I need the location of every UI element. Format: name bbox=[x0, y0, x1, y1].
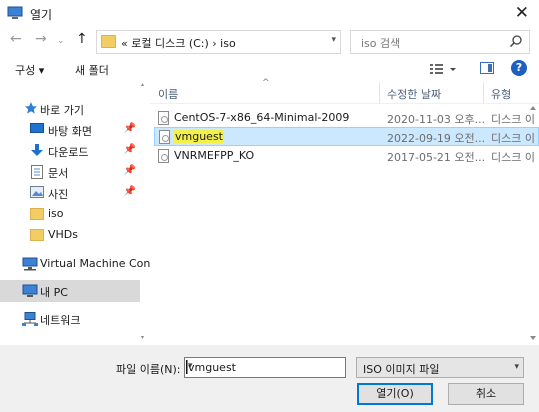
window-title: 열기 bbox=[30, 8, 53, 22]
folder-icon bbox=[30, 208, 44, 220]
sidebar-item-documents[interactable]: 문서 📌 bbox=[0, 161, 140, 183]
file-name[interactable]: VNRMEFPP_KO bbox=[174, 149, 254, 162]
sidebar-item-this-pc[interactable]: 내 PC bbox=[0, 280, 140, 302]
sidebar-item-virtual-machine[interactable]: Virtual Machine Con bbox=[0, 253, 150, 275]
chevron-down-icon[interactable]: ▾ bbox=[331, 35, 336, 45]
sidebar-item-pictures[interactable]: 사진 📌 bbox=[0, 182, 140, 204]
desktop-icon bbox=[30, 123, 44, 133]
sidebar-item-label: 사진 bbox=[48, 188, 69, 201]
pin-icon[interactable]: 📌 bbox=[124, 144, 136, 155]
folder-icon bbox=[101, 35, 116, 48]
dialog-footer: 파일 이름(N): vmguest ▾ ISO 이미지 파일 ▾ 열기(O) 취… bbox=[0, 345, 539, 412]
file-row[interactable]: VNRMEFPP_KO 2017-05-21 오전... 디스크 이 bbox=[154, 147, 539, 166]
sidebar-item-label: 바로 가기 bbox=[40, 104, 84, 117]
column-divider[interactable] bbox=[483, 82, 484, 104]
up-arrow-icon[interactable]: ↑ bbox=[76, 31, 88, 47]
sidebar-item-desktop[interactable]: 바탕 화면 📌 bbox=[0, 119, 140, 141]
network-icon bbox=[22, 312, 38, 326]
column-date-modified[interactable]: 수정한 날짜 bbox=[387, 86, 441, 102]
cancel-button[interactable]: 취소 bbox=[448, 383, 524, 405]
sidebar-scrollbar[interactable] bbox=[140, 82, 145, 342]
column-divider[interactable] bbox=[379, 82, 380, 104]
file-list-scrollbar[interactable] bbox=[527, 104, 539, 342]
back-arrow-icon[interactable]: ← bbox=[10, 31, 22, 47]
column-header-row: ^ 이름 수정한 날짜 유형 bbox=[150, 78, 539, 104]
sidebar-item-label: VHDs bbox=[48, 228, 78, 241]
pin-icon[interactable]: 📌 bbox=[124, 123, 136, 134]
file-row[interactable]: CentOS-7-x86_64-Minimal-2009 2020-11-03 … bbox=[154, 109, 539, 128]
file-name[interactable]: vmguest bbox=[174, 130, 224, 143]
file-date: 2022-09-19 오전... bbox=[387, 132, 486, 145]
sort-ascending-icon: ^ bbox=[262, 78, 270, 88]
organize-button[interactable]: 구성 ▾ bbox=[15, 62, 44, 78]
disc-image-file-icon bbox=[159, 130, 170, 144]
chevron-down-icon[interactable]: ▾ bbox=[514, 362, 519, 372]
sidebar-item-network[interactable]: 네트워크 bbox=[0, 308, 140, 330]
disc-image-file-icon bbox=[158, 149, 169, 163]
search-placeholder: iso 검색 bbox=[361, 37, 401, 50]
network-computer-icon bbox=[22, 257, 38, 271]
preview-pane-icon[interactable] bbox=[480, 62, 494, 74]
help-icon[interactable]: ? bbox=[511, 60, 527, 76]
sidebar-item-label: iso bbox=[48, 207, 64, 220]
document-icon bbox=[31, 165, 43, 179]
sidebar-item-label: Virtual Machine Con bbox=[40, 257, 151, 270]
address-path[interactable]: « 로컬 디스크 (C:) › iso bbox=[121, 35, 236, 51]
address-bar[interactable]: « 로컬 디스크 (C:) › iso ▾ bbox=[96, 30, 341, 54]
text-cursor-icon bbox=[186, 360, 188, 374]
folder-icon bbox=[30, 229, 44, 241]
navigation-bar: ← → ⌄ ↑ « 로컬 디스크 (C:) › iso ▾ iso 검색 bbox=[0, 28, 539, 56]
chevron-down-icon[interactable]: ▾ bbox=[188, 361, 341, 371]
star-icon bbox=[25, 102, 37, 114]
column-name[interactable]: 이름 bbox=[158, 86, 178, 102]
sidebar-item-iso[interactable]: iso bbox=[0, 203, 140, 225]
sidebar-item-vhds[interactable]: VHDs bbox=[0, 224, 140, 246]
view-options-icon[interactable] bbox=[428, 61, 458, 77]
navigation-pane: 바로 가기 바탕 화면 📌 다운로드 📌 문서 📌 사진 📌 iso VHDs … bbox=[0, 90, 150, 345]
close-icon[interactable]: ✕ bbox=[515, 3, 529, 23]
sidebar-item-quick-access[interactable]: 바로 가기 bbox=[0, 98, 140, 120]
pin-icon[interactable]: 📌 bbox=[124, 165, 136, 176]
pictures-icon bbox=[30, 186, 44, 198]
filename-label: 파일 이름(N): bbox=[116, 363, 181, 376]
pin-icon[interactable]: 📌 bbox=[124, 186, 136, 197]
pc-icon bbox=[22, 284, 38, 297]
sidebar-item-label: 내 PC bbox=[40, 286, 68, 299]
sidebar-item-label: 문서 bbox=[48, 167, 69, 180]
filename-input[interactable]: vmguest ▾ bbox=[184, 357, 346, 378]
file-type-value: ISO 이미지 파일 bbox=[363, 363, 440, 376]
sidebar-item-label: 바탕 화면 bbox=[48, 125, 92, 138]
new-folder-button[interactable]: 새 폴더 bbox=[75, 62, 109, 78]
sidebar-item-label: 네트워크 bbox=[40, 314, 81, 327]
sidebar-item-label: 다운로드 bbox=[48, 146, 89, 159]
file-name[interactable]: CentOS-7-x86_64-Minimal-2009 bbox=[174, 111, 349, 124]
download-icon bbox=[31, 144, 43, 156]
open-button[interactable]: 열기(O) bbox=[357, 383, 433, 405]
disc-image-file-icon bbox=[158, 111, 169, 125]
column-type[interactable]: 유형 bbox=[491, 86, 511, 102]
search-icon[interactable] bbox=[509, 34, 523, 48]
recent-chevron-icon[interactable]: ⌄ bbox=[57, 36, 65, 46]
forward-arrow-icon[interactable]: → bbox=[35, 31, 47, 47]
computer-icon bbox=[7, 6, 23, 19]
file-type-select[interactable]: ISO 이미지 파일 ▾ bbox=[356, 357, 524, 378]
file-row-selected[interactable]: vmguest 2022-09-19 오전... 디스크 이 bbox=[154, 127, 539, 146]
title-bar: 열기 ✕ bbox=[0, 0, 539, 28]
search-input[interactable]: iso 검색 bbox=[350, 30, 530, 54]
file-date: 2020-11-03 오후... bbox=[387, 113, 486, 126]
sidebar-item-downloads[interactable]: 다운로드 📌 bbox=[0, 140, 140, 162]
file-date: 2017-05-21 오전... bbox=[387, 151, 486, 164]
